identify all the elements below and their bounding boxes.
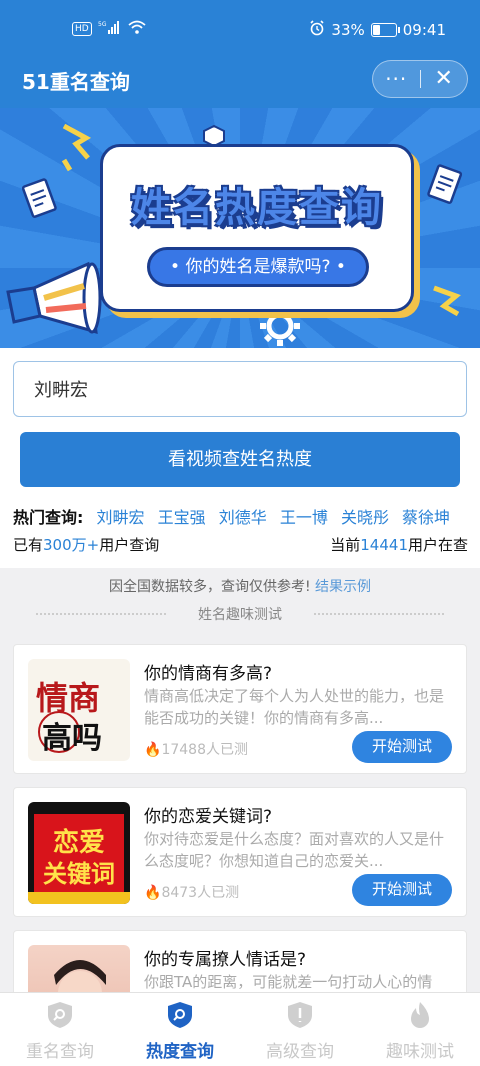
status-bar: HD 5G 33% 09:41: [0, 0, 480, 58]
page-title: 51重名查询: [22, 70, 130, 94]
test-title: 你的专属撩人情话是?: [144, 950, 307, 970]
battery-icon: [370, 23, 400, 37]
mini-program-capsule: ··· ✕: [372, 60, 468, 98]
nav-duplicate-name[interactable]: 重名查询: [0, 993, 120, 1066]
flame-icon: [411, 1002, 429, 1028]
disclaimer: 因全国数据较多，查询仅供参考! 结果示例: [0, 576, 480, 596]
start-test-button[interactable]: 开始测试: [352, 874, 452, 906]
current-prefix: 当前: [330, 536, 361, 554]
test-card[interactable]: 情商 高吗 你的情商有多高? 情商高低决定了每个人为人处世的能力，也是能否成功的…: [13, 644, 467, 774]
thumb-text: 关键词: [43, 860, 115, 888]
stats-prefix: 已有: [13, 536, 44, 554]
shield-search-icon: [48, 1002, 72, 1028]
shield-search-icon: [168, 1002, 192, 1028]
nav-label: 高级查询: [266, 1042, 334, 1062]
hot-query-link[interactable]: 关晓彤: [341, 508, 389, 527]
total-users: 300万+: [43, 536, 100, 554]
document-deco-icon-right: [427, 164, 463, 204]
start-test-button[interactable]: 开始测试: [352, 731, 452, 763]
fire-icon: 🔥: [144, 742, 162, 758]
search-button[interactable]: 看视频查姓名热度: [20, 432, 460, 487]
test-card[interactable]: 恋爱 关键词 你的恋爱关键词? 你对待恋爱是什么态度？面对喜欢的人又是什么态度呢…: [13, 787, 467, 917]
thumb-red-panel: 恋爱 关键词: [34, 814, 124, 892]
divider-right: [314, 613, 444, 615]
lightning-deco-icon: [61, 124, 92, 172]
nav-label: 趣味测试: [386, 1042, 454, 1062]
lightning-deco-icon-right: [433, 285, 461, 317]
current-suffix: 用户在查: [407, 536, 468, 554]
wifi-icon: [128, 20, 146, 37]
status-left: HD 5G: [72, 20, 146, 37]
alarm-icon: [309, 20, 325, 40]
promo-banner: 姓名热度查询 • 你的姓名是爆款吗? •: [0, 108, 480, 348]
example-link[interactable]: 结果示例: [315, 579, 371, 595]
hot-query-link[interactable]: 刘畊宏: [97, 508, 145, 527]
test-count-text: 8473人已测: [161, 885, 240, 901]
nav-advanced[interactable]: 高级查询: [240, 993, 360, 1066]
current-count: 14441: [360, 536, 408, 554]
test-description: 你跟TA的距离，可能就差一句打动人心的情话...: [144, 973, 433, 991]
test-title: 你的情商有多高?: [144, 664, 273, 684]
megaphone-icon: [6, 261, 102, 335]
hot-query-link[interactable]: 刘德华: [219, 508, 267, 527]
test-card[interactable]: 你的专属撩人情话是? 你跟TA的距离，可能就差一句打动人心的情话...: [13, 930, 467, 992]
more-button[interactable]: ···: [373, 60, 420, 98]
notice-area: 因全国数据较多，查询仅供参考! 结果示例 姓名趣味测试: [0, 568, 480, 630]
test-thumbnail: 情商 高吗: [28, 659, 130, 761]
test-list: 情商 高吗 你的情商有多高? 情商高低决定了每个人为人处世的能力，也是能否成功的…: [0, 630, 480, 992]
test-count-text: 17488人已测: [161, 742, 248, 758]
battery-percent: 33%: [331, 21, 365, 39]
signal-icon: 5G: [98, 20, 122, 37]
fire-icon: 🔥: [144, 885, 162, 901]
nav-fun-test[interactable]: 趣味测试: [360, 993, 480, 1066]
disclaimer-text: 因全国数据较多，查询仅供参考!: [108, 579, 311, 595]
test-description: 你对待恋爱是什么态度？面对喜欢的人又是什么态度呢？你想知道自己的恋爱关...: [144, 830, 445, 870]
test-thumbnail: [28, 945, 130, 992]
hot-query-link[interactable]: 蔡徐坤: [402, 508, 450, 527]
svg-text:5G: 5G: [98, 21, 107, 28]
thumb-yellow-band: [28, 892, 130, 904]
test-count: 🔥8473人已测: [144, 882, 239, 902]
bottom-nav: 重名查询 热度查询 高级查询 趣味测试: [0, 992, 480, 1066]
test-count: 🔥17488人已测: [144, 739, 248, 759]
test-description: 情商高低决定了每个人为人处世的能力，也是能否成功的关键！你的情商有多高...: [144, 687, 445, 727]
clock: 09:41: [402, 21, 446, 39]
status-right: 33% 09:41: [309, 20, 446, 40]
document-deco-icon: [22, 178, 57, 218]
test-title: 你的恋爱关键词?: [144, 807, 273, 827]
nav-popularity[interactable]: 热度查询: [120, 993, 240, 1066]
thumb-text: 高吗: [42, 721, 102, 756]
usage-stats: 已有300万+用户查询 当前14441用户在查: [13, 534, 468, 556]
test-thumbnail: 恋爱 关键词: [28, 802, 130, 904]
stats-suffix: 用户查询: [99, 536, 160, 554]
close-button[interactable]: ✕: [420, 60, 467, 98]
current-users: 当前14441用户在查: [330, 534, 468, 555]
hot-query-link[interactable]: 王一博: [280, 508, 328, 527]
shield-icon: [288, 1002, 312, 1028]
nav-label: 重名查询: [26, 1042, 94, 1062]
hot-query-link[interactable]: 王宝强: [158, 508, 206, 527]
hd-badge: HD: [72, 21, 92, 36]
banner-subtitle: • 你的姓名是爆款吗? •: [147, 247, 369, 287]
app-header: 51重名查询 ··· ✕: [0, 58, 480, 108]
girl-photo-icon: [54, 960, 106, 992]
hot-queries-label: 热门查询:: [13, 508, 84, 527]
name-search-input[interactable]: [13, 361, 467, 417]
banner-title: 姓名热度查询: [131, 185, 383, 231]
banner-card: 姓名热度查询 • 你的姓名是爆款吗? •: [100, 144, 414, 312]
hot-queries: 热门查询: 刘畊宏 王宝强 刘德华 王一博 关晓彤 蔡徐坤: [13, 504, 473, 528]
nav-label: 热度查询: [146, 1042, 214, 1062]
